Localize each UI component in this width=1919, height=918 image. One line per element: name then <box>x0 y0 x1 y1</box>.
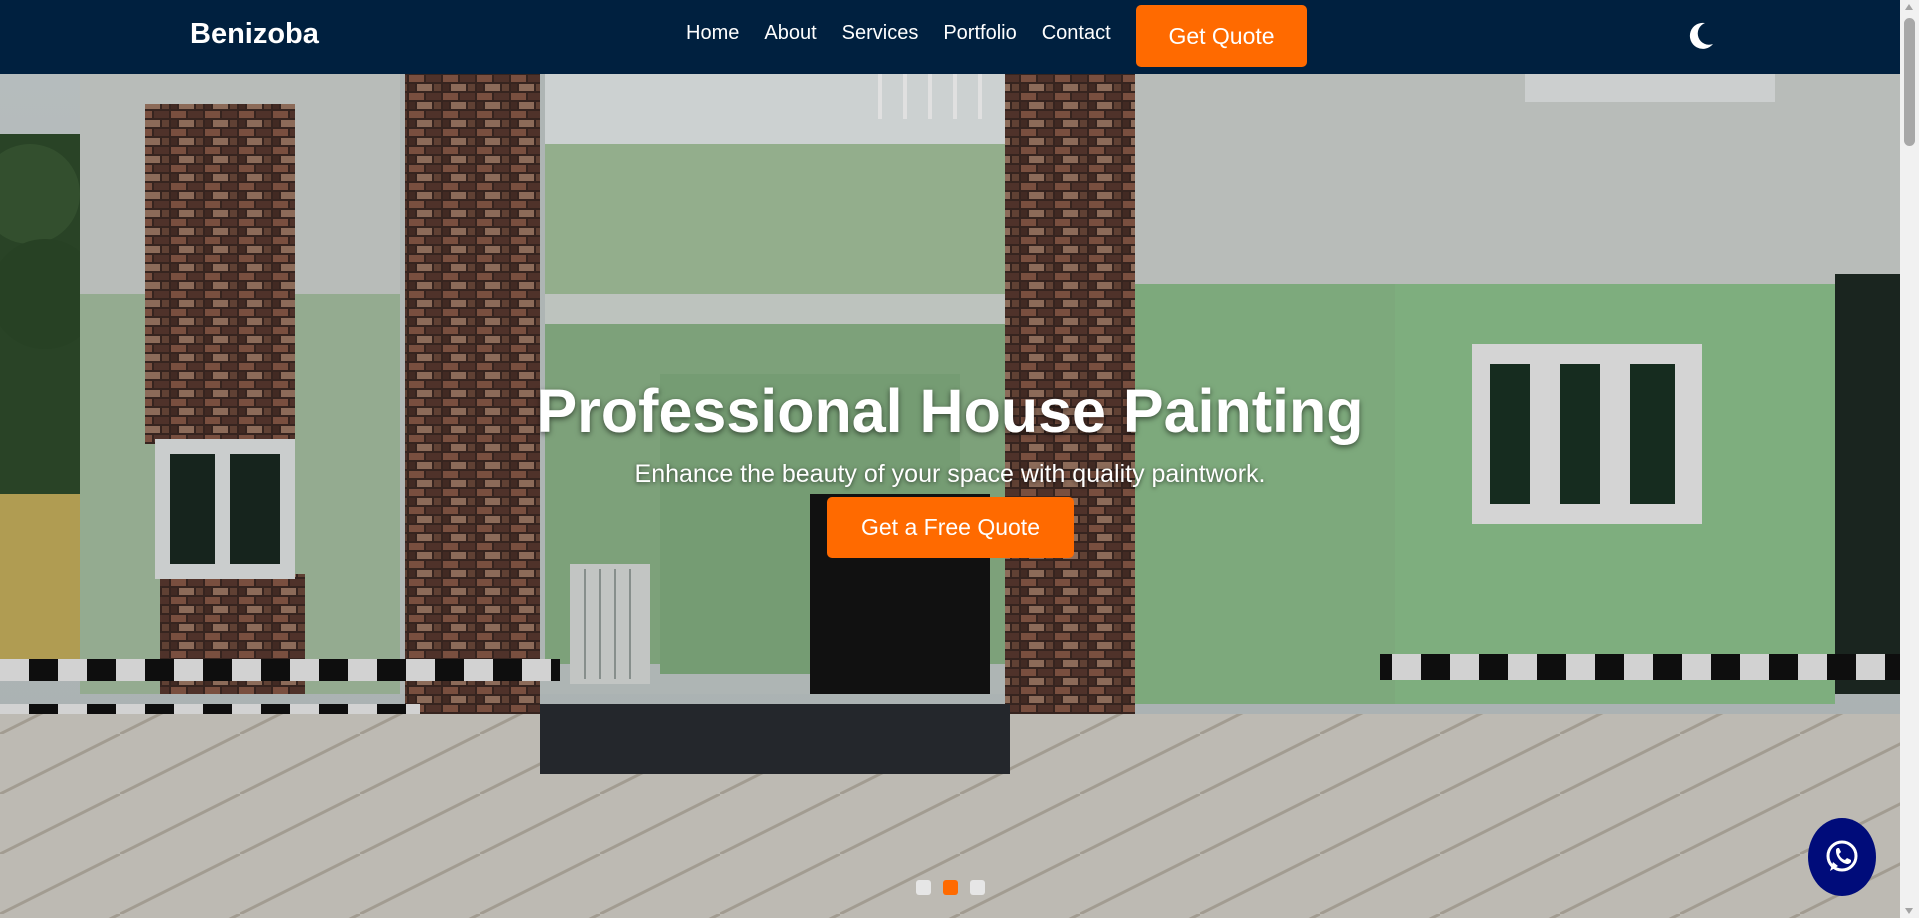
moon-icon[interactable] <box>1686 20 1716 52</box>
scroll-up-arrow-icon[interactable] <box>1905 4 1913 10</box>
hero-content: Professional House Painting Enhance the … <box>0 74 1900 918</box>
carousel-dot-1[interactable] <box>916 880 931 895</box>
whatsapp-icon[interactable] <box>1808 818 1876 896</box>
hero-title: Professional House Painting <box>536 377 1364 445</box>
page: Benizoba Home About Services Portfolio C… <box>0 0 1919 918</box>
hero-subtitle: Enhance the beauty of your space with qu… <box>634 460 1266 488</box>
vertical-scrollbar[interactable] <box>1900 0 1919 918</box>
nav-about-link[interactable]: About <box>764 22 816 45</box>
carousel-indicators <box>916 880 985 895</box>
scroll-down-arrow-icon[interactable] <box>1905 908 1913 914</box>
nav-home-link[interactable]: Home <box>686 22 739 45</box>
nav-services-link[interactable]: Services <box>842 22 919 45</box>
carousel-dot-3[interactable] <box>970 880 985 895</box>
nav-links: Home About Services Portfolio Contact <box>686 22 1136 45</box>
free-quote-button[interactable]: Get a Free Quote <box>827 497 1074 558</box>
nav-contact-link[interactable]: Contact <box>1042 22 1111 45</box>
brand-logo[interactable]: Benizoba <box>190 18 319 51</box>
get-quote-button[interactable]: Get Quote <box>1136 5 1307 67</box>
hero-section: Professional House Painting Enhance the … <box>0 74 1900 918</box>
scrollbar-thumb[interactable] <box>1904 18 1915 146</box>
navbar: Benizoba Home About Services Portfolio C… <box>0 0 1900 74</box>
carousel-dot-2[interactable] <box>943 880 958 895</box>
nav-portfolio-link[interactable]: Portfolio <box>943 22 1016 45</box>
